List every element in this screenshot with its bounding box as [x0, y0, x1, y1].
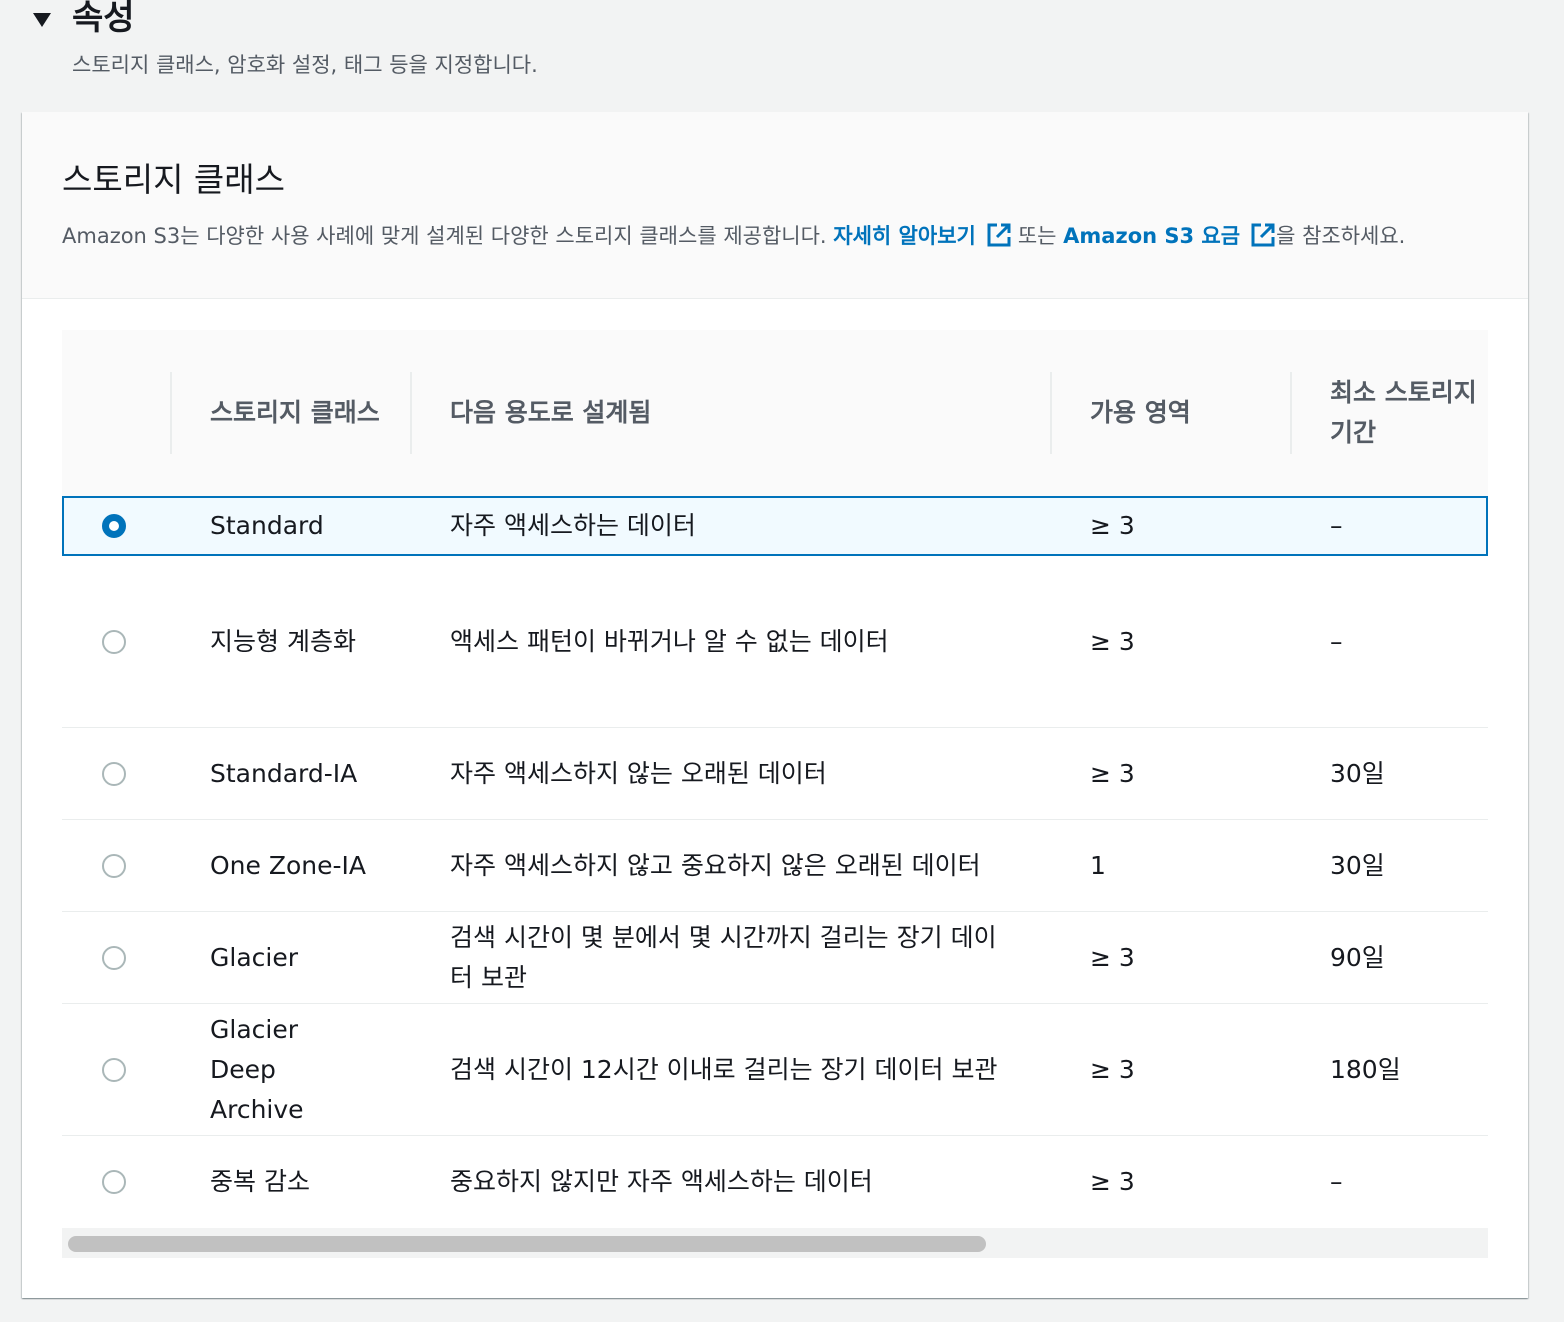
designed-for: 액세스 패턴이 바뀌거나 알 수 없는 데이터	[450, 626, 889, 656]
availability-zones: ≥ 3	[1090, 1167, 1135, 1196]
external-link-icon	[987, 223, 1011, 247]
column-separator	[1050, 372, 1052, 454]
storage-class-name: 중복 감소	[210, 1167, 310, 1196]
min-duration: –	[1330, 626, 1343, 656]
radio-icon[interactable]	[102, 945, 126, 970]
section-description: 스토리지 클래스, 암호화 설정, 태그 등을 지정합니다.	[72, 53, 538, 77]
availability-zones: ≥ 3	[1090, 626, 1135, 656]
availability-zones: ≥ 3	[1090, 758, 1135, 788]
radio-cell	[62, 912, 162, 1003]
designed-for: 자주 액세스하지 않는 오래된 데이터	[450, 758, 827, 788]
column-separator	[410, 372, 412, 454]
availability-zones: ≥ 3	[1090, 1054, 1135, 1084]
storage-class-table: 스토리지 클래스 다음 용도로 설계됨 가용 영역 최소 스토리지 기간 Sta…	[62, 330, 1488, 1258]
radio-icon[interactable]	[102, 853, 126, 878]
designed-for: 자주 액세스하지 않고 중요하지 않은 오래된 데이터	[450, 850, 981, 880]
designed-for: 자주 액세스하는 데이터	[450, 511, 696, 540]
radio-cell	[62, 1004, 162, 1135]
table-row-reduced-redundancy[interactable]: 중복 감소 중요하지 않지만 자주 액세스하는 데이터 ≥ 3 –	[62, 1136, 1488, 1228]
radio-cell	[62, 1136, 162, 1228]
designed-for: 중요하지 않지만 자주 액세스하는 데이터	[450, 1167, 873, 1196]
column-header-min-duration[interactable]: 최소 스토리지 기간	[1330, 330, 1488, 496]
radio-cell	[62, 556, 162, 727]
table-row-intelligent-tiering[interactable]: 지능형 계층화 액세스 패턴이 바뀌거나 알 수 없는 데이터 ≥ 3 –	[62, 556, 1488, 728]
radio-cell	[64, 498, 164, 554]
pricing-link[interactable]: Amazon S3 요금	[1063, 223, 1282, 248]
desc-suffix: 을 참조하세요.	[1276, 224, 1406, 248]
table-header: 스토리지 클래스 다음 용도로 설계됨 가용 영역 최소 스토리지 기간	[62, 330, 1488, 496]
radio-cell	[62, 820, 162, 911]
caret-down-icon[interactable]	[33, 13, 51, 27]
panel-header: 스토리지 클래스 Amazon S3는 다양한 사용 사례에 맞게 설계된 다양…	[22, 112, 1528, 299]
desc-prefix: Amazon S3는 다양한 사용 사례에 맞게 설계된 다양한 스토리지 클래…	[62, 224, 827, 248]
radio-icon[interactable]	[102, 1057, 126, 1082]
table-row-standard[interactable]: Standard 자주 액세스하는 데이터 ≥ 3 –	[62, 496, 1488, 556]
storage-class-panel: 스토리지 클래스 Amazon S3는 다양한 사용 사례에 맞게 설계된 다양…	[22, 112, 1528, 1298]
min-duration: –	[1330, 511, 1343, 540]
min-duration: 30일	[1330, 758, 1385, 788]
section-title: 속성	[72, 0, 135, 38]
radio-icon[interactable]	[102, 514, 126, 538]
min-duration: –	[1330, 1167, 1343, 1196]
panel-title: 스토리지 클래스	[62, 160, 286, 199]
desc-middle: 또는	[1017, 224, 1057, 248]
storage-class-name: Standard	[210, 511, 324, 540]
scrollbar-thumb[interactable]	[68, 1236, 986, 1252]
external-link-icon	[1251, 223, 1275, 247]
storage-class-name: Glacier	[210, 942, 298, 972]
learn-more-link[interactable]: 자세히 알아보기	[833, 223, 1018, 248]
table-row-glacier[interactable]: Glacier 검색 시간이 몇 분에서 몇 시간까지 걸리는 장기 데이터 보…	[62, 912, 1488, 1004]
column-separator	[1290, 372, 1292, 454]
designed-for: 검색 시간이 몇 분에서 몇 시간까지 걸리는 장기 데이터 보관	[450, 922, 997, 992]
table-row-standard-ia[interactable]: Standard-IA 자주 액세스하지 않는 오래된 데이터 ≥ 3 30일	[62, 728, 1488, 820]
storage-class-name: Glacier Deep Archive	[210, 1014, 304, 1124]
radio-cell	[62, 728, 162, 819]
availability-zones: ≥ 3	[1090, 511, 1135, 540]
storage-class-name: Standard-IA	[210, 758, 358, 788]
min-duration: 90일	[1330, 942, 1385, 972]
horizontal-scrollbar[interactable]	[62, 1228, 1488, 1258]
designed-for: 검색 시간이 12시간 이내로 걸리는 장기 데이터 보관	[450, 1054, 998, 1084]
column-header-designed-for[interactable]: 다음 용도로 설계됨	[450, 330, 1010, 496]
radio-icon[interactable]	[102, 1170, 126, 1194]
pricing-link-label: Amazon S3 요금	[1063, 224, 1241, 248]
properties-section-header[interactable]: 속성 스토리지 클래스, 암호화 설정, 태그 등을 지정합니다.	[0, 0, 1564, 100]
storage-class-name: One Zone-IA	[210, 850, 366, 880]
storage-class-name: 지능형 계층화	[210, 626, 356, 656]
availability-zones: ≥ 3	[1090, 942, 1135, 972]
column-header-storage-class[interactable]: 스토리지 클래스	[210, 330, 400, 496]
column-separator	[170, 372, 172, 454]
min-duration: 180일	[1330, 1054, 1401, 1084]
table-row-glacier-deep-archive[interactable]: Glacier Deep Archive 검색 시간이 12시간 이내로 걸리는…	[62, 1004, 1488, 1136]
panel-description: Amazon S3는 다양한 사용 사례에 맞게 설계된 다양한 스토리지 클래…	[62, 220, 1405, 252]
table-row-one-zone-ia[interactable]: One Zone-IA 자주 액세스하지 않고 중요하지 않은 오래된 데이터 …	[62, 820, 1488, 912]
radio-icon[interactable]	[102, 629, 126, 654]
availability-zones: 1	[1090, 850, 1106, 880]
column-header-availability-zones[interactable]: 가용 영역	[1090, 330, 1280, 496]
learn-more-link-label: 자세히 알아보기	[833, 224, 976, 248]
min-duration: 30일	[1330, 850, 1385, 880]
radio-icon[interactable]	[102, 761, 126, 786]
